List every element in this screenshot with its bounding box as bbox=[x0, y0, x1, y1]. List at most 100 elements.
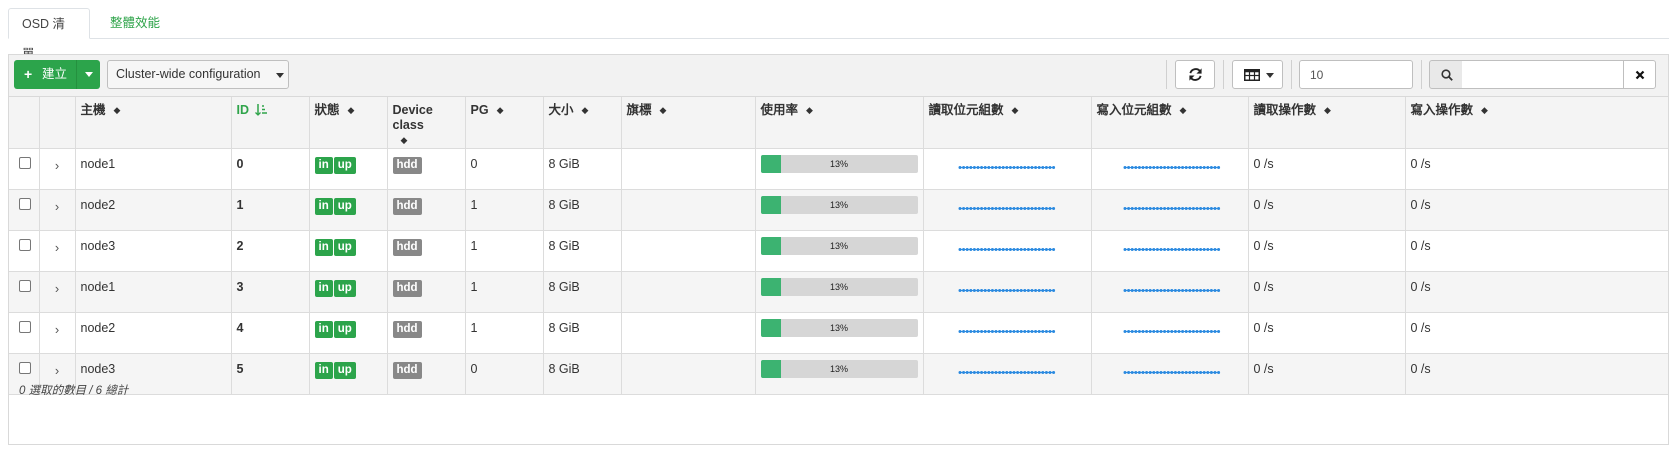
toolbar-divider bbox=[1291, 60, 1292, 89]
device-class-badge: hdd bbox=[392, 362, 422, 379]
search-input[interactable] bbox=[1462, 60, 1624, 89]
table-row[interactable]: › node2 1 in up hdd 1 8 GiB 13% 0 /s 0 /s bbox=[9, 189, 1668, 231]
device-class-cell: hdd bbox=[387, 312, 466, 354]
row-checkbox[interactable] bbox=[19, 239, 31, 251]
column-header-flags[interactable]: 旗標 ◆ bbox=[621, 97, 756, 149]
row-checkbox[interactable] bbox=[19, 157, 31, 169]
read-bytes-sparkline bbox=[958, 166, 1055, 169]
write-bytes-cell bbox=[1091, 148, 1249, 190]
usage-percent-label: 13% bbox=[829, 323, 848, 333]
column-header-status[interactable]: 狀態 ◆ bbox=[309, 97, 388, 149]
chevron-down-icon[interactable] bbox=[85, 72, 93, 77]
usage-cell: 13% bbox=[755, 353, 924, 395]
cluster-config-label: Cluster-wide configuration bbox=[116, 67, 261, 81]
table-toolbar: + 建立 Cluster-wide configuration bbox=[9, 55, 1668, 97]
column-header-id[interactable]: ID bbox=[231, 97, 310, 149]
expand-chevron-icon[interactable]: › bbox=[45, 280, 70, 296]
column-header-write-bytes[interactable]: 寫入位元組數 ◆ bbox=[1091, 97, 1249, 149]
osd-table: 主機 ◆ ID 狀態 ◆ Device class ◆ PG ◆ 大小 ◆ 旗標 ◆ 使用率… bbox=[9, 97, 1668, 395]
column-header-read-ops[interactable]: 讀取操作數 ◆ bbox=[1248, 97, 1406, 149]
column-header-size[interactable]: 大小 ◆ bbox=[543, 97, 622, 149]
pg-cell: 1 bbox=[465, 230, 544, 272]
refresh-icon bbox=[1189, 68, 1202, 81]
device-class-badge: hdd bbox=[392, 321, 422, 338]
osd-table-panel: + 建立 Cluster-wide configuration 10 主機 ◆ … bbox=[8, 54, 1669, 445]
status-cell: in up bbox=[309, 312, 388, 354]
status-cell: in up bbox=[309, 271, 388, 313]
expand-column-header bbox=[39, 97, 76, 149]
create-split-divider bbox=[76, 60, 77, 89]
table-row[interactable]: › node3 5 in up hdd 0 8 GiB 13% 0 /s 0 /s bbox=[9, 353, 1668, 395]
table-row[interactable]: › node1 0 in up hdd 0 8 GiB 13% 0 /s 0 /s bbox=[9, 148, 1668, 190]
write-bytes-cell bbox=[1091, 271, 1249, 313]
column-header-write-ops[interactable]: 寫入操作數 ◆ bbox=[1405, 97, 1668, 149]
pg-cell: 1 bbox=[465, 271, 544, 313]
read-ops-cell: 0 /s bbox=[1248, 230, 1406, 272]
column-header-usage[interactable]: 使用率 ◆ bbox=[755, 97, 924, 149]
status-badge-in: in bbox=[314, 280, 333, 297]
column-header-pg[interactable]: PG ◆ bbox=[465, 97, 544, 149]
selection-summary: 0 選取的數目 / 6 總計 bbox=[19, 385, 129, 397]
expand-chevron-icon[interactable]: › bbox=[45, 198, 70, 214]
usage-cell: 13% bbox=[755, 189, 924, 231]
usage-percent-label: 13% bbox=[829, 241, 848, 251]
expand-cell: › bbox=[39, 148, 76, 190]
row-checkbox[interactable] bbox=[19, 198, 31, 210]
expand-cell: › bbox=[39, 230, 76, 272]
select-cell bbox=[9, 271, 40, 313]
status-badge-in: in bbox=[314, 321, 333, 338]
select-cell bbox=[9, 189, 40, 231]
table-header-row: 主機 ◆ ID 狀態 ◆ Device class ◆ PG ◆ 大小 ◆ 旗標 ◆ 使用率… bbox=[9, 97, 1668, 149]
expand-chevron-icon[interactable]: › bbox=[45, 157, 70, 173]
expand-chevron-icon[interactable]: › bbox=[45, 321, 70, 337]
status-cell: in up bbox=[309, 148, 388, 190]
write-bytes-cell bbox=[1091, 312, 1249, 354]
status-badge-up: up bbox=[333, 157, 356, 174]
usage-cell: 13% bbox=[755, 148, 924, 190]
size-cell: 8 GiB bbox=[543, 353, 622, 395]
size-cell: 8 GiB bbox=[543, 271, 622, 313]
page-size-input[interactable] bbox=[1299, 60, 1413, 89]
tab-osd-list[interactable]: OSD 清單 bbox=[8, 8, 90, 61]
read-bytes-sparkline bbox=[958, 330, 1055, 333]
status-badge-in: in bbox=[314, 239, 333, 256]
table-row[interactable]: › node2 4 in up hdd 1 8 GiB 13% 0 /s 0 /s bbox=[9, 312, 1668, 354]
create-button[interactable]: + 建立 bbox=[14, 60, 100, 89]
size-cell: 8 GiB bbox=[543, 189, 622, 231]
pg-cell: 0 bbox=[465, 353, 544, 395]
column-header-read-bytes[interactable]: 讀取位元組數 ◆ bbox=[923, 97, 1092, 149]
read-bytes-cell bbox=[923, 230, 1092, 272]
refresh-button[interactable] bbox=[1175, 60, 1215, 89]
clear-search-button[interactable] bbox=[1623, 60, 1656, 89]
search-icon bbox=[1441, 69, 1453, 81]
id-cell: 1 bbox=[231, 189, 310, 231]
select-column-header bbox=[9, 97, 40, 149]
column-toggle-button[interactable] bbox=[1232, 60, 1283, 89]
flags-cell bbox=[621, 271, 756, 313]
expand-chevron-icon[interactable]: › bbox=[45, 362, 70, 378]
search-addon bbox=[1429, 60, 1463, 89]
row-checkbox[interactable] bbox=[19, 362, 31, 374]
row-checkbox[interactable] bbox=[19, 321, 31, 333]
table-body: › node1 0 in up hdd 0 8 GiB 13% 0 /s 0 /s… bbox=[9, 148, 1668, 395]
read-bytes-sparkline bbox=[958, 207, 1055, 210]
status-badge-in: in bbox=[314, 198, 333, 215]
table-row[interactable]: › node1 3 in up hdd 1 8 GiB 13% 0 /s 0 /s bbox=[9, 271, 1668, 313]
table-row[interactable]: › node3 2 in up hdd 1 8 GiB 13% 0 /s 0 /s bbox=[9, 230, 1668, 272]
device-class-cell: hdd bbox=[387, 271, 466, 313]
column-header-device-class[interactable]: Device class ◆ bbox=[387, 97, 466, 149]
row-checkbox[interactable] bbox=[19, 280, 31, 292]
size-cell: 8 GiB bbox=[543, 230, 622, 272]
cluster-config-dropdown[interactable]: Cluster-wide configuration bbox=[107, 60, 289, 89]
chevron-down-icon bbox=[276, 73, 284, 78]
id-cell: 3 bbox=[231, 271, 310, 313]
expand-chevron-icon[interactable]: › bbox=[45, 239, 70, 255]
pg-cell: 1 bbox=[465, 189, 544, 231]
write-bytes-cell bbox=[1091, 230, 1249, 272]
column-header-host[interactable]: 主機 ◆ bbox=[75, 97, 232, 149]
tab-overall-performance[interactable]: 整體效能 bbox=[97, 8, 173, 39]
toolbar-divider bbox=[1223, 60, 1224, 89]
status-cell: in up bbox=[309, 189, 388, 231]
id-cell: 4 bbox=[231, 312, 310, 354]
id-cell: 2 bbox=[231, 230, 310, 272]
